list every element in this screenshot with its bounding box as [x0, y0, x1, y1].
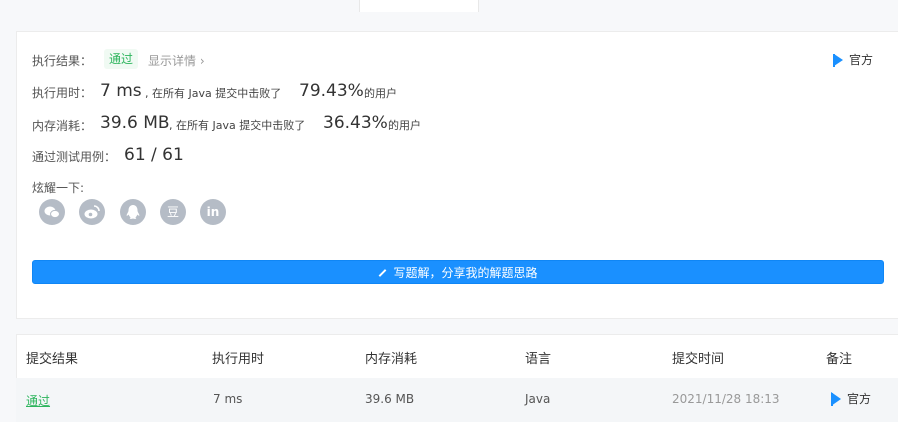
show-details-link[interactable]: 显示详情 › — [148, 52, 205, 69]
row-result-link[interactable]: 通过 — [26, 392, 50, 409]
tests-label: 通过测试用例： — [32, 150, 117, 164]
memory-users-text: 的用户 — [388, 119, 421, 132]
header-runtime: 执行用时 — [212, 352, 265, 367]
memory-value: 39.6 MB — [100, 113, 170, 133]
header-submit-time: 提交时间 — [672, 352, 725, 367]
tab-submission-result[interactable] — [359, 0, 479, 12]
write-solution-button[interactable]: 写题解，分享我的解题思路 — [32, 260, 884, 284]
flag-icon — [833, 53, 843, 67]
memory-beat-text: , 在所有 Java 提交中击败了 — [169, 119, 306, 132]
douban-icon[interactable]: 豆 — [160, 199, 186, 225]
runtime-beat-text: , 在所有 Java 提交中击败了 — [145, 87, 282, 100]
row-note[interactable]: 官方 — [831, 390, 871, 407]
wechat-icon[interactable] — [39, 199, 65, 225]
official-label: 官方 — [849, 53, 874, 67]
runtime-value: 7 ms — [100, 81, 142, 101]
write-solution-label: 写题解，分享我的解题思路 — [393, 266, 538, 280]
tests-value: 61 / 61 — [124, 145, 184, 165]
runtime-users-text: 的用户 — [364, 87, 397, 100]
status-badge: 通过 — [104, 49, 139, 69]
status-label: 执行结果： — [32, 54, 93, 68]
official-button[interactable]: 官方 — [833, 51, 874, 68]
flag-icon — [831, 391, 841, 406]
row-language: Java — [525, 392, 551, 406]
header-note: 备注 — [826, 352, 853, 367]
row-runtime: 7 ms — [213, 392, 243, 406]
pencil-icon — [379, 268, 387, 277]
memory-label: 内存消耗： — [32, 119, 93, 133]
share-label: 炫耀一下: — [32, 181, 85, 195]
linkedin-icon[interactable]: in — [200, 199, 226, 225]
header-memory: 内存消耗 — [365, 352, 418, 367]
row-memory: 39.6 MB — [365, 392, 415, 406]
runtime-label: 执行用时： — [32, 86, 93, 100]
memory-percent: 36.43% — [323, 113, 388, 133]
header-language: 语言 — [525, 352, 552, 367]
weibo-icon[interactable] — [79, 199, 105, 225]
runtime-percent: 79.43% — [299, 81, 364, 101]
qq-icon[interactable] — [120, 199, 146, 225]
tab-bar — [0, 0, 898, 12]
header-result: 提交结果 — [26, 352, 79, 367]
row-note-label: 官方 — [847, 392, 872, 406]
row-submit-time: 2021/11/28 18:13 — [672, 392, 780, 406]
